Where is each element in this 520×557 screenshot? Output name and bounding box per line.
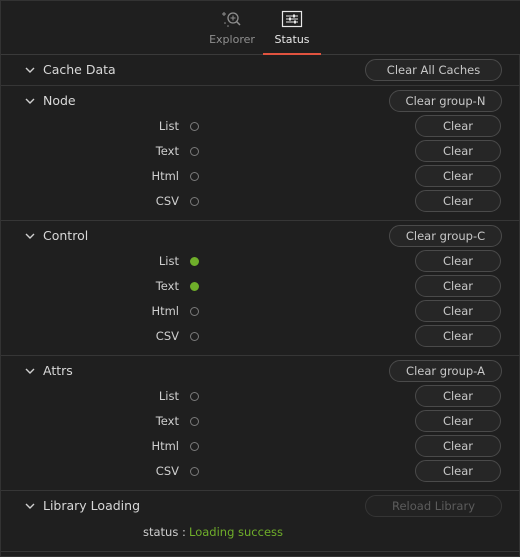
status-indicator-off bbox=[190, 172, 199, 181]
row-label: Html bbox=[151, 304, 179, 318]
status-indicator-off bbox=[190, 442, 199, 451]
clear-button[interactable]: Clear bbox=[415, 385, 501, 407]
row-label: List bbox=[158, 119, 179, 133]
row-label: Html bbox=[151, 439, 179, 453]
status-indicator-off bbox=[190, 417, 199, 426]
node-row-html: Html Clear bbox=[1, 164, 520, 189]
section-title: Library Loading bbox=[43, 498, 140, 513]
tab-bar: Explorer Status bbox=[1, 1, 520, 55]
section-title: Cache Data bbox=[43, 62, 116, 77]
status-indicator-on bbox=[190, 257, 199, 266]
control-row-text: Text Clear bbox=[1, 274, 520, 299]
node-row-text: Text Clear bbox=[1, 139, 520, 164]
row-label: Html bbox=[151, 169, 179, 183]
status-indicator-off bbox=[190, 307, 199, 316]
reload-library-button[interactable]: Reload Library bbox=[365, 495, 502, 517]
clear-button[interactable]: Clear bbox=[415, 140, 501, 162]
chevron-down-icon[interactable] bbox=[25, 501, 35, 511]
section-title: Node bbox=[43, 93, 76, 108]
control-row-list: List Clear bbox=[1, 249, 520, 274]
row-label: CSV bbox=[155, 329, 179, 343]
clear-group-n-button[interactable]: Clear group-N bbox=[389, 90, 502, 112]
cache-data-header[interactable]: Cache Data Clear All Caches bbox=[1, 55, 520, 85]
row-label: CSV bbox=[155, 194, 179, 208]
control-header[interactable]: Control Clear group-C bbox=[1, 221, 520, 251]
tab-label: Explorer bbox=[209, 33, 255, 46]
control-row-html: Html Clear bbox=[1, 299, 520, 324]
section-title: Control bbox=[43, 228, 89, 243]
attrs-header[interactable]: Attrs Clear group-A bbox=[1, 356, 520, 386]
node-header[interactable]: Node Clear group-N bbox=[1, 86, 520, 116]
row-label: Text bbox=[155, 144, 179, 158]
divider bbox=[1, 551, 520, 552]
clear-button[interactable]: Clear bbox=[415, 435, 501, 457]
tab-explorer[interactable]: Explorer bbox=[205, 1, 259, 55]
clear-button[interactable]: Clear bbox=[415, 165, 501, 187]
attrs-row-text: Text Clear bbox=[1, 409, 520, 434]
attrs-row-csv: CSV Clear bbox=[1, 459, 520, 484]
status-panel: Explorer Status Cache Data Clear All Cac bbox=[0, 0, 520, 557]
clear-button[interactable]: Clear bbox=[415, 460, 501, 482]
row-label: Text bbox=[155, 279, 179, 293]
clear-group-c-button[interactable]: Clear group-C bbox=[389, 225, 502, 247]
clear-button[interactable]: Clear bbox=[415, 410, 501, 432]
explorer-magnify-icon bbox=[220, 9, 244, 29]
status-indicator-on bbox=[190, 282, 199, 291]
status-value: Loading success bbox=[189, 525, 284, 539]
chevron-down-icon[interactable] bbox=[25, 366, 35, 376]
status-indicator-off bbox=[190, 467, 199, 476]
status-indicator-off bbox=[190, 392, 199, 401]
tab-label: Status bbox=[274, 33, 310, 46]
status-indicator-off bbox=[190, 332, 199, 341]
sliders-icon bbox=[280, 9, 304, 29]
node-row-csv: CSV Clear bbox=[1, 189, 520, 214]
attrs-row-html: Html Clear bbox=[1, 434, 520, 459]
status-indicator-off bbox=[190, 197, 199, 206]
clear-button[interactable]: Clear bbox=[415, 190, 501, 212]
control-row-csv: CSV Clear bbox=[1, 324, 520, 349]
row-label: List bbox=[158, 389, 179, 403]
node-row-list: List Clear bbox=[1, 114, 520, 139]
chevron-down-icon[interactable] bbox=[25, 65, 35, 75]
row-label: List bbox=[158, 254, 179, 268]
clear-button[interactable]: Clear bbox=[415, 325, 501, 347]
attrs-row-list: List Clear bbox=[1, 384, 520, 409]
status-indicator-off bbox=[190, 147, 199, 156]
clear-button[interactable]: Clear bbox=[415, 115, 501, 137]
clear-all-caches-button[interactable]: Clear All Caches bbox=[365, 59, 502, 81]
status-indicator-off bbox=[190, 122, 199, 131]
clear-button[interactable]: Clear bbox=[415, 250, 501, 272]
status-label: status : bbox=[143, 525, 186, 539]
row-label: Text bbox=[155, 414, 179, 428]
chevron-down-icon[interactable] bbox=[25, 231, 35, 241]
library-loading-header[interactable]: Library Loading Reload Library bbox=[1, 491, 520, 521]
row-label: CSV bbox=[155, 464, 179, 478]
clear-button[interactable]: Clear bbox=[415, 275, 501, 297]
clear-group-a-button[interactable]: Clear group-A bbox=[389, 360, 502, 382]
section-title: Attrs bbox=[43, 363, 73, 378]
clear-button[interactable]: Clear bbox=[415, 300, 501, 322]
tab-status[interactable]: Status bbox=[263, 1, 321, 55]
chevron-down-icon[interactable] bbox=[25, 96, 35, 106]
